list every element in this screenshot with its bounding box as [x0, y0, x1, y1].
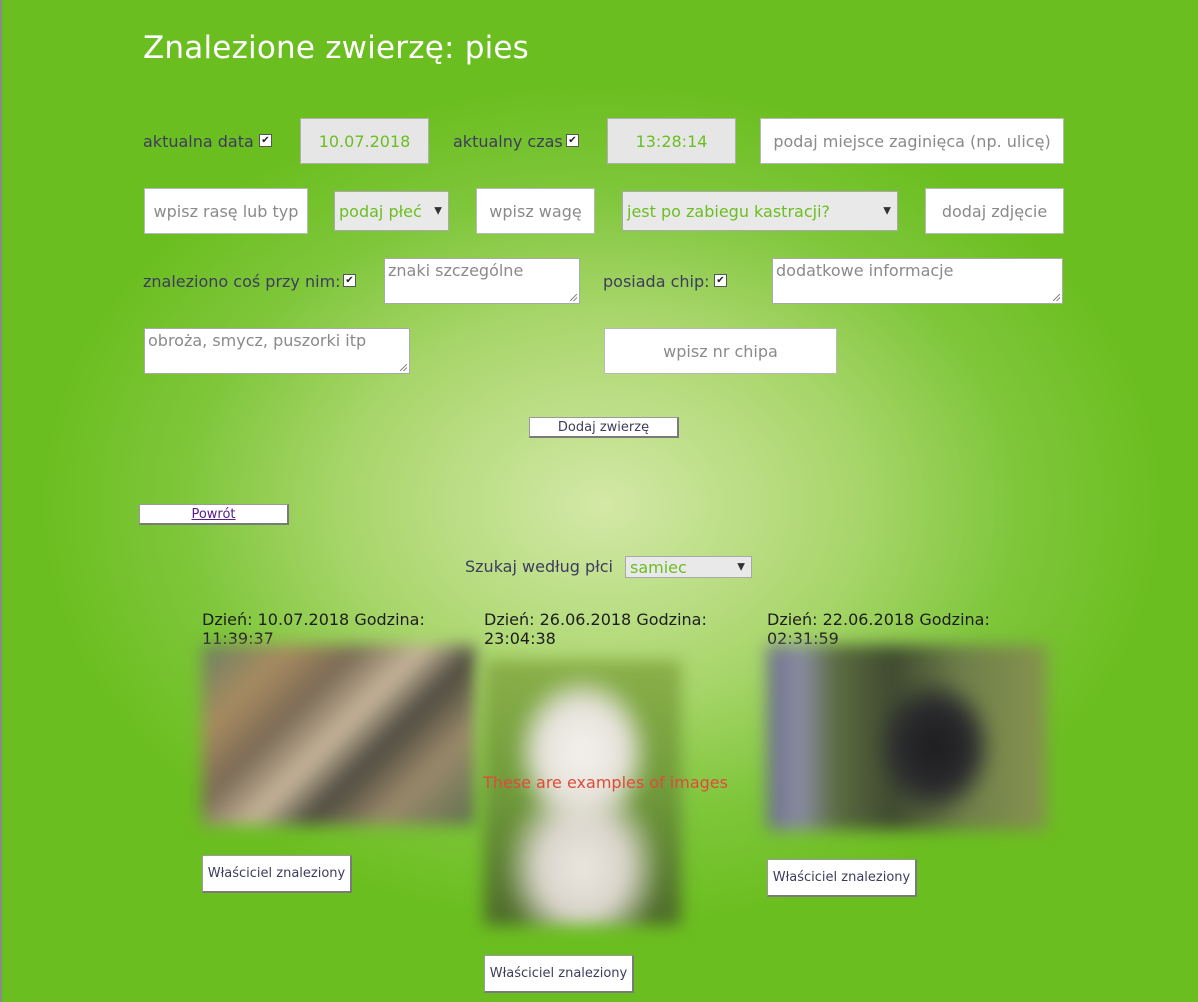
checkbox-checked-icon: ✔: [568, 135, 577, 146]
castration-select[interactable]: jest po zabiegu kastracji? ▼: [622, 191, 898, 231]
resize-grip-icon[interactable]: [400, 364, 407, 371]
sex-filter-value: samiec: [630, 557, 687, 577]
found-label: znaleziono coś przy nim:: [143, 272, 341, 291]
time-checkbox[interactable]: ✔: [566, 134, 579, 147]
sex-select-value: podaj płeć: [339, 201, 422, 221]
found-checkbox[interactable]: ✔: [343, 274, 356, 287]
result-3-owner-found-button[interactable]: Właściciel znaleziony: [767, 859, 917, 897]
chevron-down-icon: ▼: [737, 561, 745, 573]
date-label: aktualna data: [143, 132, 254, 151]
result-1-owner-found-button[interactable]: Właściciel znaleziony: [202, 855, 352, 893]
date-field[interactable]: 10.07.2018: [300, 118, 429, 164]
resize-grip-icon[interactable]: [570, 294, 577, 301]
items-placeholder: obroża, smycz, puszorki itp: [148, 331, 367, 350]
chevron-down-icon: ▼: [434, 205, 442, 217]
result-2-date: Dzień: 26.06.2018 Godzina: 23:04:38: [484, 610, 707, 648]
example-images-note: These are examples of images: [483, 773, 728, 792]
result-3-photo: [767, 645, 1047, 830]
place-input[interactable]: podaj miejsce zaginięca (np. ulicę): [760, 118, 1064, 164]
marks-placeholder: znaki szczególne: [388, 261, 524, 280]
page-title: Znalezione zwierzę: pies: [143, 30, 530, 66]
breed-input[interactable]: wpisz rasę lub typ: [144, 188, 308, 234]
time-label: aktualny czas: [453, 132, 563, 151]
sex-filter-label: Szukaj według płci: [465, 557, 613, 576]
chevron-down-icon: ▼: [883, 205, 891, 217]
time-field[interactable]: 13:28:14: [607, 118, 736, 164]
castration-select-value: jest po zabiegu kastracji?: [627, 201, 831, 221]
sex-filter-select[interactable]: samiec ▼: [625, 556, 752, 578]
photo-input[interactable]: dodaj zdjęcie: [925, 188, 1064, 234]
result-1-date: Dzień: 10.07.2018 Godzina: 11:39:37: [202, 610, 425, 648]
chip-number-input[interactable]: wpisz nr chipa: [604, 328, 837, 374]
back-button[interactable]: Powrót: [139, 504, 289, 525]
checkbox-checked-icon: ✔: [345, 275, 354, 286]
result-1-photo: [202, 645, 475, 825]
extra-info-textarea[interactable]: dodatkowe informacje: [772, 258, 1063, 304]
sex-select[interactable]: podaj płeć ▼: [334, 191, 449, 231]
items-textarea[interactable]: obroża, smycz, puszorki itp: [144, 328, 410, 374]
date-checkbox[interactable]: ✔: [259, 134, 272, 147]
checkbox-checked-icon: ✔: [261, 135, 270, 146]
extra-info-placeholder: dodatkowe informacje: [776, 261, 954, 280]
result-2-owner-found-button[interactable]: Właściciel znaleziony: [484, 955, 634, 993]
weight-input[interactable]: wpisz wagę: [476, 188, 595, 234]
chip-checkbox[interactable]: ✔: [714, 274, 727, 287]
resize-grip-icon[interactable]: [1053, 294, 1060, 301]
marks-textarea[interactable]: znaki szczególne: [384, 258, 580, 304]
result-3-date: Dzień: 22.06.2018 Godzina: 02:31:59: [767, 610, 990, 648]
add-animal-button[interactable]: Dodaj zwierzę: [529, 417, 679, 438]
result-2-photo: [484, 660, 681, 925]
back-link[interactable]: Powrót: [191, 507, 235, 522]
checkbox-checked-icon: ✔: [716, 275, 725, 286]
chip-label: posiada chip:: [603, 272, 710, 291]
